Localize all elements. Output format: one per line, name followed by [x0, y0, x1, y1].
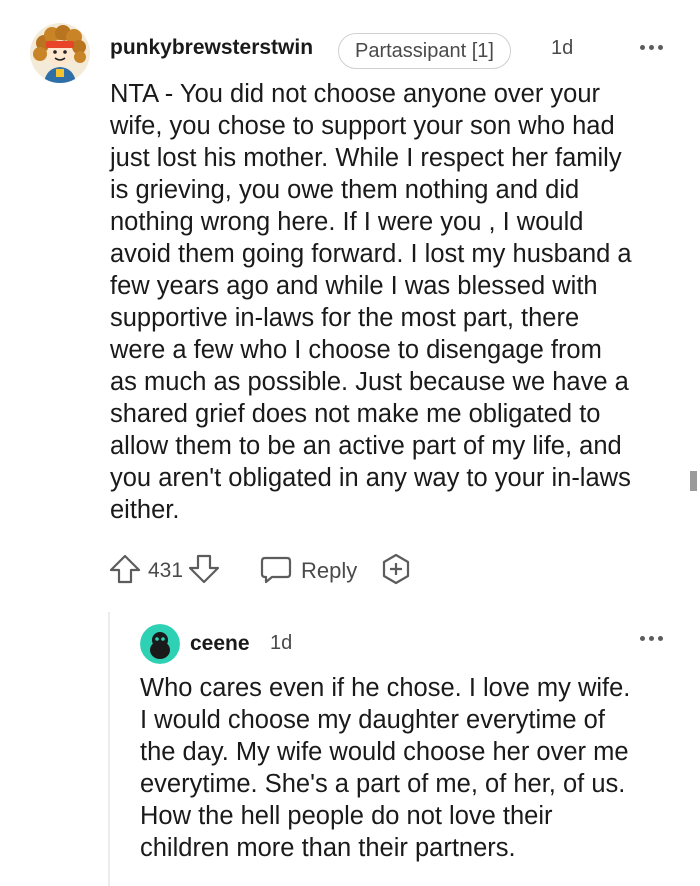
reply-timestamp: 1d	[270, 632, 293, 654]
add-award-icon[interactable]	[379, 552, 413, 591]
user-avatar-icon[interactable]	[30, 23, 90, 83]
reply-button[interactable]: Reply	[259, 552, 357, 591]
more-options-icon[interactable]	[638, 633, 668, 645]
reply-label: Reply	[301, 558, 358, 583]
reply-avatar-icon[interactable]	[140, 624, 180, 664]
comment-action-bar: 431 Reply	[108, 553, 413, 589]
scrollbar-thumb[interactable]	[690, 471, 697, 491]
upvote-arrow-icon[interactable]	[108, 552, 142, 591]
downvote-arrow-icon[interactable]	[187, 552, 221, 591]
vote-score: 431	[148, 559, 184, 582]
reply-body: Who cares even if he chose. I love my wi…	[140, 674, 631, 862]
more-options-icon[interactable]	[638, 42, 668, 54]
chat-bubble-icon	[259, 552, 293, 591]
thread-line[interactable]	[108, 612, 110, 886]
user-flair-badge: Partassipant [1]	[338, 33, 511, 69]
comment-body: NTA - You did not choose anyone over you…	[110, 80, 632, 524]
comment-timestamp: 1d	[551, 37, 574, 59]
reply-username[interactable]: ceene	[190, 632, 250, 656]
comment-username[interactable]: punkybrewsterstwin	[110, 36, 313, 60]
